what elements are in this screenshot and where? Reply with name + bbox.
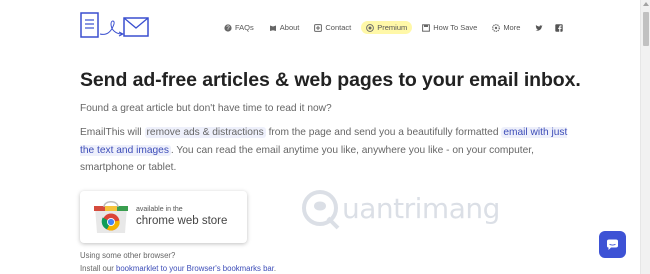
scroll-up-arrow-icon[interactable]: [643, 2, 649, 6]
watermark-text: uantrimang: [342, 192, 500, 225]
social-links: [535, 23, 575, 32]
chrome-store-bag-icon: [94, 201, 128, 233]
gear-icon: [492, 23, 501, 32]
bookmarklet-link[interactable]: bookmarklet to your Browser's bookmarks …: [116, 264, 274, 273]
star-icon: [366, 23, 375, 32]
facebook-icon[interactable]: [555, 23, 564, 32]
nav-more-label: More: [503, 23, 521, 32]
chrome-store-name: chrome web store: [136, 215, 228, 227]
nav-premium[interactable]: Premium: [361, 21, 413, 34]
subheading: Found a great article but don't have tim…: [80, 103, 332, 114]
nav-premium-label: Premium: [377, 23, 408, 32]
chat-bubble-icon: [607, 239, 618, 250]
nav-faqs-label: FAQs: [235, 23, 254, 32]
description-paragraph: EmailThis will remove ads & distractions…: [80, 124, 580, 177]
header: ? FAQs About Contact Premium How To Save…: [0, 0, 640, 52]
nav-faqs[interactable]: ? FAQs: [224, 23, 254, 32]
logo[interactable]: [80, 12, 150, 42]
save-icon: [422, 23, 431, 32]
nav-about[interactable]: About: [269, 23, 300, 32]
nav-contact-label: Contact: [325, 23, 352, 32]
desc-text-1: EmailThis will: [80, 127, 145, 138]
twitter-icon[interactable]: [535, 24, 544, 32]
bookmarklet-line: Install our bookmarklet to your Browser'…: [80, 262, 276, 274]
watermark: uantrimang: [300, 184, 530, 234]
other-browser-note: Using some other browser? Install our bo…: [80, 249, 276, 274]
plus-square-icon: [314, 23, 323, 32]
page-title: Send ad-free articles & web pages to you…: [80, 69, 581, 91]
chrome-store-available-text: available in the: [136, 206, 183, 213]
nav-contact[interactable]: Contact: [314, 23, 351, 32]
watermark-logo-icon: [302, 190, 340, 230]
top-nav: ? FAQs About Contact Premium How To Save…: [224, 21, 575, 34]
chrome-web-store-button[interactable]: available in the chrome web store: [80, 191, 247, 243]
nav-about-label: About: [279, 23, 300, 32]
highlight-remove-ads: remove ads & distractions: [144, 127, 266, 138]
other-browser-question: Using some other browser?: [80, 251, 176, 260]
nav-how-to-save[interactable]: How To Save: [422, 23, 477, 32]
desc-text-2: from the page and send you a beautifully…: [265, 127, 502, 138]
vertical-scrollbar[interactable]: [640, 0, 650, 274]
page: ? FAQs About Contact Premium How To Save…: [0, 0, 640, 274]
scroll-thumb[interactable]: [643, 12, 649, 46]
book-icon: [269, 24, 277, 32]
nav-more[interactable]: More: [492, 23, 520, 32]
nav-how-to-save-label: How To Save: [433, 23, 478, 32]
chat-button[interactable]: [599, 231, 626, 258]
bookmarklet-suffix: .: [273, 264, 277, 273]
question-circle-icon: ?: [224, 23, 232, 32]
bookmarklet-prefix: Install our: [80, 264, 116, 273]
